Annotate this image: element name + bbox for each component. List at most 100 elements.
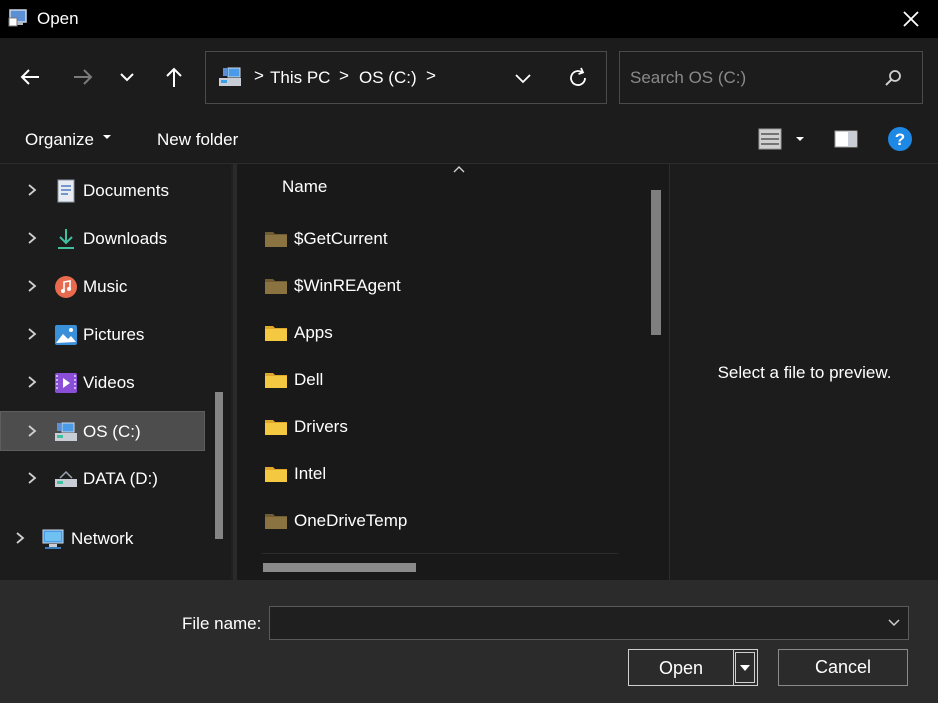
file-name-label: File name: xyxy=(182,614,262,633)
navigation-bar: > This PC > OS (C:) > xyxy=(0,38,938,116)
preview-pane-icon[interactable] xyxy=(833,126,859,152)
chevron-right-icon[interactable] xyxy=(24,277,40,295)
chevron-down-icon[interactable] xyxy=(886,615,902,631)
file-name-input[interactable] xyxy=(276,612,876,634)
list-view-icon xyxy=(758,128,782,150)
search-icon[interactable] xyxy=(882,67,904,89)
arrow-right-icon[interactable] xyxy=(68,62,98,92)
folder-icon xyxy=(265,467,287,482)
file-row-folder[interactable]: OneDriveTemp xyxy=(262,503,642,543)
search-input[interactable] xyxy=(630,66,870,90)
command-bar: Organize New folder ? xyxy=(0,116,938,164)
chevron-right-icon[interactable] xyxy=(24,325,40,343)
file-list-horizontal-scrollbar-thumb[interactable] xyxy=(263,563,416,572)
pictures-icon xyxy=(55,325,77,345)
file-row-folder[interactable]: Apps xyxy=(262,315,642,355)
sidebar-item-videos[interactable]: Videos xyxy=(0,363,205,403)
file-row-folder[interactable]: $WinREAgent xyxy=(262,268,642,308)
file-name: OneDriveTemp xyxy=(294,511,408,530)
drive-c-icon xyxy=(55,422,77,441)
folder-icon xyxy=(265,373,287,388)
pane-divider[interactable] xyxy=(233,164,237,580)
file-name: Apps xyxy=(294,323,333,342)
sidebar-item-downloads[interactable]: Downloads xyxy=(0,219,205,259)
sidebar-item-network[interactable]: Network xyxy=(0,519,205,559)
app-icon xyxy=(8,9,27,27)
file-name: $GetCurrent xyxy=(294,229,388,248)
cancel-button[interactable]: Cancel xyxy=(778,649,908,686)
preview-pane: Select a file to preview. xyxy=(669,164,938,580)
file-list-vertical-scrollbar-thumb[interactable] xyxy=(651,190,661,335)
open-split-button: Open xyxy=(628,649,758,686)
sidebar-item-label: Network xyxy=(71,529,134,548)
organize-button[interactable]: Organize xyxy=(25,130,112,150)
sidebar-item-music[interactable]: Music xyxy=(0,267,205,307)
music-icon xyxy=(55,276,77,298)
close-icon[interactable] xyxy=(896,4,926,34)
svg-text:?: ? xyxy=(895,130,905,149)
sidebar-item-data-d[interactable]: DATA (D:) xyxy=(0,459,205,499)
organize-label: Organize xyxy=(25,130,94,149)
arrow-up-icon[interactable] xyxy=(159,62,189,92)
sidebar-item-os-c[interactable]: OS (C:) xyxy=(0,411,205,451)
drive-d-icon xyxy=(55,470,77,487)
network-icon xyxy=(42,529,64,549)
view-menu-button[interactable] xyxy=(757,126,807,152)
folder-icon xyxy=(265,279,287,294)
folder-icon xyxy=(265,514,287,529)
breadcrumb-separator: > xyxy=(339,66,349,85)
search-box xyxy=(619,51,923,104)
breadcrumb-separator: > xyxy=(254,66,264,85)
chevron-right-icon[interactable] xyxy=(12,529,28,547)
sidebar-item-label: OS (C:) xyxy=(83,422,141,441)
address-dropdown-icon[interactable] xyxy=(511,66,535,90)
sidebar-item-documents[interactable]: Documents xyxy=(0,171,205,211)
this-pc-icon xyxy=(219,67,241,86)
new-folder-button[interactable]: New folder xyxy=(157,130,238,150)
folder-icon xyxy=(265,232,287,247)
help-icon[interactable]: ? xyxy=(887,126,913,152)
breadcrumb-os-c[interactable]: OS (C:) xyxy=(359,68,417,88)
chevron-right-icon[interactable] xyxy=(24,181,40,199)
navigation-pane: Documents Downloads Music Pictures Video… xyxy=(0,164,230,580)
chevron-right-icon[interactable] xyxy=(24,422,40,440)
file-row-folder[interactable]: Dell xyxy=(262,362,642,402)
sidebar-item-label: Videos xyxy=(83,373,135,392)
sidebar-item-label: Music xyxy=(83,277,128,296)
chevron-down-icon[interactable] xyxy=(112,62,142,92)
refresh-icon[interactable] xyxy=(565,65,591,91)
folder-icon xyxy=(265,420,287,435)
address-bar[interactable]: > This PC > OS (C:) > xyxy=(205,51,607,104)
open-button[interactable]: Open xyxy=(629,658,733,679)
file-name: Drivers xyxy=(294,417,348,436)
sidebar-item-label: DATA (D:) xyxy=(83,469,158,488)
sidebar-item-label: Downloads xyxy=(83,229,168,248)
window-title: Open xyxy=(37,9,79,28)
breadcrumb-separator[interactable]: > xyxy=(426,66,436,86)
chevron-right-icon[interactable] xyxy=(24,229,40,247)
divider xyxy=(262,553,618,554)
dialog-footer: File name: Open Cancel xyxy=(0,580,938,703)
file-row-folder[interactable]: Intel xyxy=(262,456,642,496)
file-name: Intel xyxy=(294,464,327,483)
sidebar-item-pictures[interactable]: Pictures xyxy=(0,315,205,355)
sort-ascending-icon xyxy=(453,166,465,173)
chevron-right-icon[interactable] xyxy=(24,373,40,391)
videos-icon xyxy=(55,373,77,393)
arrow-left-icon[interactable] xyxy=(15,62,45,92)
file-name-combobox xyxy=(269,606,909,640)
file-name: Dell xyxy=(294,370,324,389)
file-row-folder[interactable]: Drivers xyxy=(262,409,642,449)
documents-icon xyxy=(57,179,75,203)
chevron-right-icon[interactable] xyxy=(24,469,40,487)
sidebar-scrollbar-thumb[interactable] xyxy=(215,392,223,539)
divider xyxy=(733,650,734,685)
file-row-folder[interactable]: $GetCurrent xyxy=(262,221,642,261)
sidebar-item-label: Documents xyxy=(83,181,169,200)
column-header-name[interactable]: Name xyxy=(282,177,327,197)
title-bar: Open xyxy=(0,0,938,38)
sidebar-item-label: Pictures xyxy=(83,325,145,344)
breadcrumb-this-pc[interactable]: This PC xyxy=(270,68,330,88)
folder-icon xyxy=(265,326,287,341)
open-options-dropdown-icon[interactable] xyxy=(735,652,755,683)
